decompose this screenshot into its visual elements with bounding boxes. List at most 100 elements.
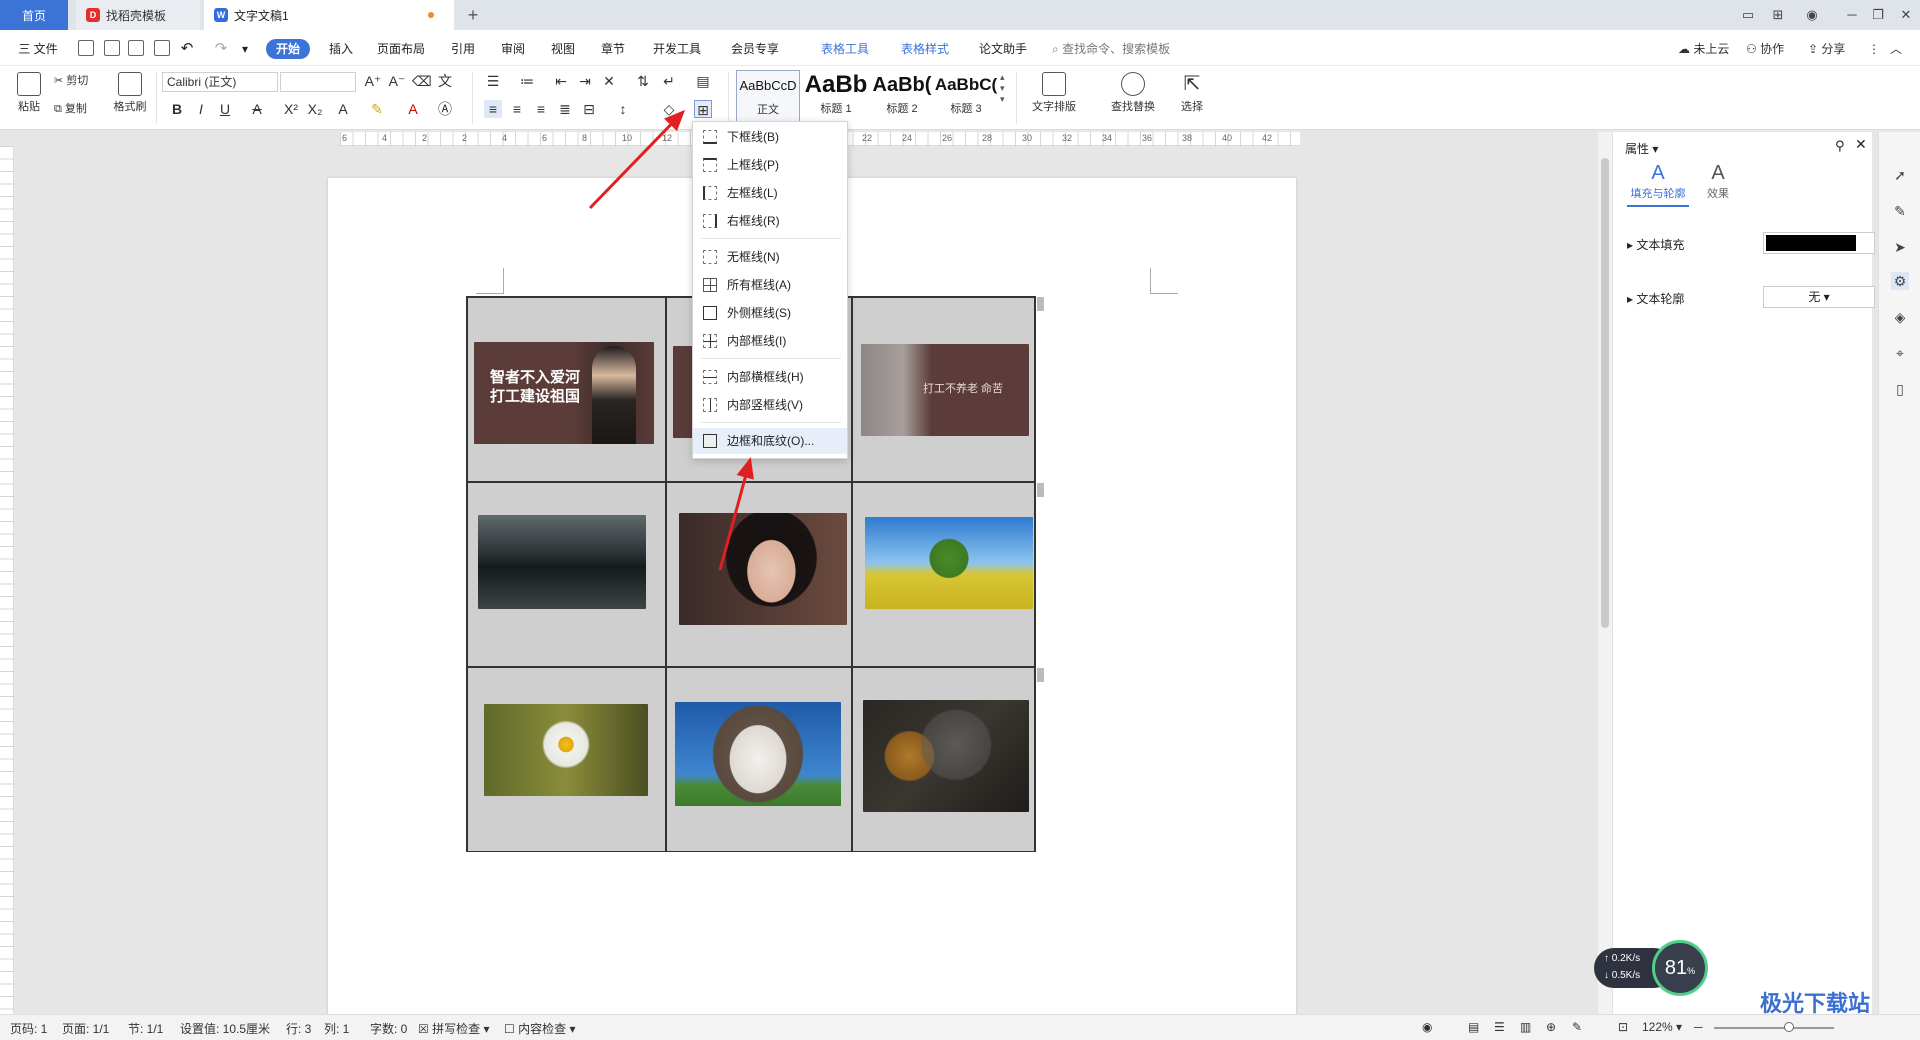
border-none-item[interactable]: 无框线(N) — [693, 244, 847, 270]
outline-view-icon[interactable]: ☰ — [1494, 1020, 1505, 1034]
zoom-level[interactable]: 122% ▾ — [1642, 1020, 1682, 1034]
spell-check-button[interactable]: ☒ 拼写检查 ▾ — [418, 1020, 489, 1037]
select-button[interactable]: ⇱ 选择 — [1172, 72, 1212, 114]
superscript-icon[interactable]: X² — [282, 100, 300, 118]
row-resize-handle[interactable] — [1037, 483, 1044, 497]
pen-icon[interactable]: ✎ — [1891, 202, 1909, 220]
numbered-list-icon[interactable]: ≔ — [518, 72, 536, 90]
table-cell[interactable] — [666, 482, 852, 667]
menu-view[interactable]: 视图 — [548, 39, 578, 59]
justify-icon[interactable]: ≣ — [556, 100, 574, 118]
status-section[interactable]: 节: 1/1 — [128, 1020, 163, 1037]
font-size-select[interactable] — [280, 72, 356, 92]
sort-icon[interactable]: ⇅ — [634, 72, 652, 90]
bold-icon[interactable]: B — [168, 100, 186, 118]
cloud-button[interactable]: ☁ 未上云 — [1678, 39, 1729, 59]
command-search[interactable]: ⌕ 查找命令、搜索模板 — [1052, 39, 1170, 59]
book-icon[interactable]: ▯ — [1891, 380, 1909, 398]
borders-shading-item[interactable]: 边框和底纹(O)... — [693, 428, 847, 454]
style-heading1[interactable]: AaBb 标题 1 — [804, 70, 868, 122]
border-all-item[interactable]: 所有框线(A) — [693, 272, 847, 298]
preview-icon[interactable] — [154, 40, 170, 56]
line-spacing-icon[interactable]: ↕ — [614, 100, 632, 118]
panel-close-icon[interactable]: ✕ — [1855, 136, 1867, 153]
style-heading2[interactable]: AaBb( 标题 2 — [870, 70, 934, 122]
font-color-icon[interactable]: A — [404, 100, 422, 118]
menu-insert[interactable]: 插入 — [326, 39, 356, 59]
chinese-layout-icon[interactable]: ✕ — [600, 72, 618, 90]
tab-effect[interactable]: A 效果 — [1697, 162, 1739, 201]
draw-icon[interactable]: ✎ — [1572, 1020, 1582, 1034]
pointer-icon[interactable]: ➤ — [1891, 238, 1909, 256]
web-view-icon[interactable]: ⊕ — [1546, 1020, 1556, 1034]
copy-button[interactable]: ⧉ 复制 — [54, 100, 104, 116]
table-cell[interactable]: 打工不养老 命苦 — [852, 297, 1035, 482]
close-icon[interactable]: ✕ — [1894, 4, 1918, 26]
menu-chapter[interactable]: 章节 — [598, 39, 628, 59]
menu-layout[interactable]: 页面布局 — [374, 39, 428, 59]
find-replace-button[interactable]: 查找替换 — [1100, 72, 1166, 114]
table-cell[interactable] — [467, 482, 666, 667]
vertical-ruler[interactable] — [0, 146, 14, 1016]
eye-protect-icon[interactable]: ◉ — [1422, 1020, 1432, 1034]
quick-more-icon[interactable]: ▾ — [238, 39, 252, 59]
clear-format-icon[interactable]: ⌫ — [412, 72, 432, 90]
paste-button[interactable]: 粘贴 — [12, 72, 46, 114]
shading-icon[interactable]: ◇ — [660, 100, 678, 118]
bullet-list-icon[interactable]: ☰ — [484, 72, 502, 90]
borders-button[interactable]: ⊞ — [694, 100, 712, 118]
zoom-slider[interactable] — [1714, 1022, 1834, 1032]
vertical-scrollbar[interactable] — [1598, 132, 1612, 1014]
export-icon[interactable] — [104, 40, 120, 56]
redo-icon[interactable]: ↷ — [212, 39, 230, 59]
style-normal[interactable]: AaBbCcD 正文 — [736, 70, 800, 122]
table-cell[interactable] — [852, 482, 1035, 667]
char-table-icon[interactable]: ▤ — [694, 72, 712, 90]
status-pages[interactable]: 页面: 1/1 — [62, 1020, 109, 1037]
properties-title[interactable]: 属性 ▾ — [1625, 140, 1658, 157]
grow-font-icon[interactable]: A⁺ — [364, 72, 382, 90]
align-left-icon[interactable]: ≡ — [484, 100, 502, 118]
tab-templates[interactable]: D 找稻壳模板 — [76, 0, 200, 30]
share-button[interactable]: ⇪ 分享 — [1808, 39, 1845, 59]
settings-sliders-icon[interactable]: ⚙ — [1891, 272, 1909, 290]
menu-references[interactable]: 引用 — [448, 39, 478, 59]
char-border-icon[interactable]: Ⓐ — [436, 100, 454, 118]
table-cell[interactable] — [467, 667, 666, 852]
new-tab-button[interactable]: + — [462, 4, 484, 26]
pin-icon[interactable]: ⚲ — [1835, 138, 1845, 154]
row-resize-handle[interactable] — [1037, 668, 1044, 682]
collab-button[interactable]: ⚇ 协作 — [1746, 39, 1784, 59]
border-inside-vertical-item[interactable]: 内部竖框线(V) — [693, 392, 847, 418]
row-resize-handle[interactable] — [1037, 297, 1044, 311]
save-icon[interactable] — [78, 40, 94, 56]
table-cell[interactable]: 智者不入爱河 打工建设祖国 — [467, 297, 666, 482]
more-icon[interactable]: ⋮ — [1868, 39, 1880, 59]
border-top-item[interactable]: 上框线(P) — [693, 152, 847, 178]
status-row[interactable]: 行: 3 — [286, 1020, 311, 1037]
font-name-select[interactable]: Calibri (正文) — [162, 72, 278, 92]
decrease-indent-icon[interactable]: ⇤ — [552, 72, 570, 90]
fit-page-icon[interactable]: ⊡ — [1618, 1020, 1628, 1034]
border-right-item[interactable]: 右框线(R) — [693, 208, 847, 234]
status-col[interactable]: 列: 1 — [324, 1020, 349, 1037]
tab-fill-outline[interactable]: A 填充与轮廓 — [1627, 162, 1689, 207]
border-inside-item[interactable]: 内部框线(I) — [693, 328, 847, 354]
content-check-button[interactable]: ☐ 内容检查 ▾ — [504, 1020, 575, 1037]
pinyin-icon[interactable]: 文 — [436, 72, 454, 90]
scrollbar-thumb[interactable] — [1601, 158, 1609, 628]
distribute-icon[interactable]: ⊟ — [580, 100, 598, 118]
status-words[interactable]: 字数: 0 — [370, 1020, 407, 1037]
location-icon[interactable]: ⌖ — [1891, 344, 1909, 362]
italic-icon[interactable]: I — [192, 100, 210, 118]
collapse-ribbon-icon[interactable]: ︿ — [1890, 39, 1902, 59]
style-scroll-icon[interactable]: ▴ ▾ ▾ — [1000, 72, 1005, 105]
text-outline-row[interactable]: ▸ 文本轮廓 无 ▾ — [1627, 286, 1875, 308]
shapes-icon[interactable]: ◈ — [1891, 308, 1909, 326]
minimize-icon[interactable]: ─ — [1840, 4, 1864, 26]
reading-view-icon[interactable]: ▥ — [1520, 1020, 1531, 1034]
zoom-out-icon[interactable]: ─ — [1694, 1020, 1703, 1034]
tab-home[interactable]: 首页 — [0, 0, 68, 30]
status-setting[interactable]: 设置值: 10.5厘米 — [180, 1020, 270, 1037]
style-heading3[interactable]: AaBbC( 标题 3 — [934, 70, 998, 122]
